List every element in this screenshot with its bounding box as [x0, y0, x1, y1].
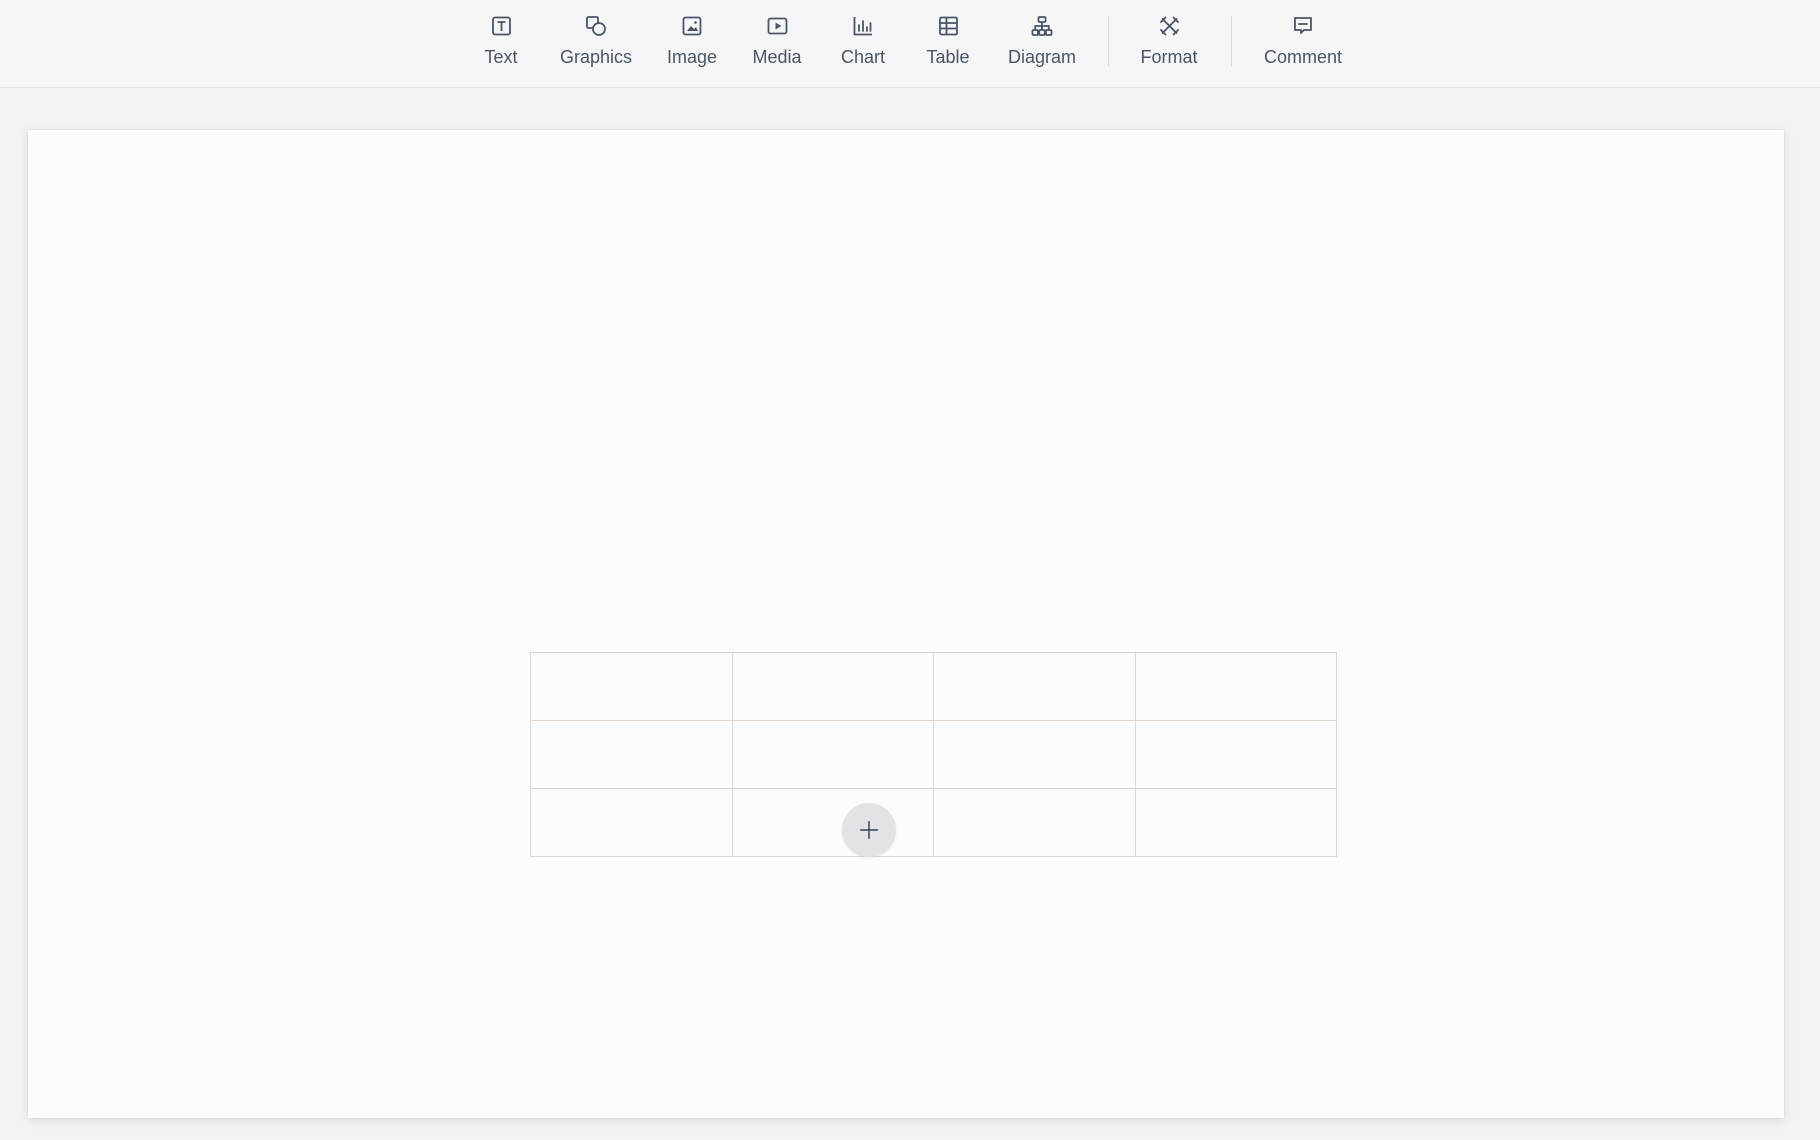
graphics-tool-label: Graphics — [559, 47, 633, 67]
table-cell[interactable] — [530, 720, 733, 789]
image-icon — [682, 16, 702, 36]
comment-icon — [1294, 17, 1312, 34]
format-tool-label: Format — [1140, 47, 1198, 67]
table-cell[interactable] — [530, 652, 733, 721]
media-tool-button[interactable]: Media — [746, 14, 807, 76]
diagram-tool-label: Diagram — [1007, 47, 1077, 67]
table-tool-label: Table — [926, 47, 970, 67]
table-cell[interactable] — [1134, 652, 1337, 721]
table-row — [530, 720, 1337, 789]
bar-chart-icon — [853, 17, 872, 36]
editor-app: Text Graphics Image Media Chart Table Di… — [0, 0, 1820, 1140]
table-row — [530, 652, 1337, 721]
comment-tool-button[interactable]: Comment — [1258, 14, 1348, 76]
shapes-icon — [586, 16, 606, 36]
text-tool-button[interactable]: Text — [478, 14, 523, 76]
image-tool-label: Image — [666, 47, 718, 67]
toolbar-divider — [1231, 16, 1232, 66]
table-cell[interactable] — [731, 652, 934, 721]
text-box-icon — [491, 16, 511, 36]
text-tool-label: Text — [484, 47, 518, 67]
format-tools-icon — [1159, 16, 1179, 36]
slide-table[interactable] — [530, 652, 1337, 857]
add-content-button[interactable] — [842, 803, 896, 857]
table-cell[interactable] — [933, 788, 1136, 857]
table-cell[interactable] — [731, 788, 934, 857]
diagram-tool-button[interactable]: Diagram — [1002, 14, 1082, 76]
chart-tool-label: Chart — [840, 47, 886, 67]
table-cell[interactable] — [731, 720, 934, 789]
table-row — [530, 788, 1337, 857]
table-cell[interactable] — [1134, 720, 1337, 789]
play-media-icon — [767, 17, 787, 35]
hierarchy-icon — [1031, 16, 1053, 36]
table-cell[interactable] — [933, 720, 1136, 789]
chart-tool-button[interactable]: Chart — [835, 14, 891, 76]
comment-tool-label: Comment — [1263, 47, 1343, 67]
format-tool-button[interactable]: Format — [1134, 14, 1203, 76]
graphics-tool-button[interactable]: Graphics — [554, 14, 638, 76]
media-tool-label: Media — [752, 47, 802, 67]
table-grid[interactable] — [530, 652, 1337, 857]
image-tool-button[interactable]: Image — [661, 14, 723, 76]
slide-page[interactable] — [28, 130, 1784, 1118]
plus-icon — [860, 821, 878, 839]
table-cell[interactable] — [1134, 788, 1337, 857]
table-cell[interactable] — [530, 788, 733, 857]
insert-toolbar: Text Graphics Image Media Chart Table Di… — [0, 0, 1820, 88]
table-icon — [938, 16, 958, 36]
table-tool-button[interactable]: Table — [920, 14, 975, 76]
toolbar-divider — [1108, 16, 1109, 66]
table-cell[interactable] — [933, 652, 1136, 721]
